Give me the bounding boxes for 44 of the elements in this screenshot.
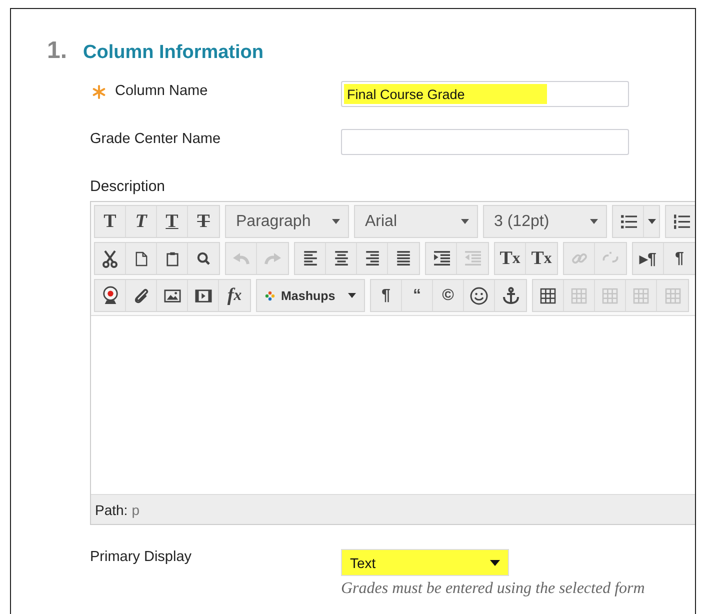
field-label: Description xyxy=(90,178,166,195)
anchor-icon xyxy=(502,286,520,304)
paperclip-icon xyxy=(132,287,150,304)
image-icon xyxy=(164,288,180,302)
caret-icon xyxy=(490,560,500,566)
document-icon xyxy=(134,250,148,266)
caret-icon xyxy=(348,293,356,298)
redo-icon xyxy=(264,252,282,266)
clipboard-icon xyxy=(166,250,178,266)
numbered-list-icon xyxy=(673,214,690,229)
webcam-icon xyxy=(102,286,118,305)
hint-text: Grades must be entered using the selected form xyxy=(341,580,645,598)
path-value: p xyxy=(132,502,140,518)
caret-icon xyxy=(590,219,598,224)
scissors-icon xyxy=(102,250,118,268)
step-number: 1. xyxy=(47,37,68,65)
smiley-icon xyxy=(470,286,488,304)
field-label: Primary Display xyxy=(90,549,192,565)
field-label: Grade Center Name xyxy=(90,131,221,147)
caret-icon xyxy=(648,219,656,224)
table-icon xyxy=(571,288,587,304)
caret-icon xyxy=(461,219,469,224)
bullet-list-icon xyxy=(620,214,636,229)
indent-icon xyxy=(432,251,450,266)
align-center-icon xyxy=(332,251,350,266)
text-input-field[interactable]: Final Course Grade xyxy=(341,81,629,107)
justify-icon xyxy=(395,251,412,266)
path-label: Path: xyxy=(95,502,128,518)
table-icon xyxy=(602,288,618,304)
undo-icon xyxy=(232,252,250,266)
caret-icon xyxy=(332,219,340,224)
mashups-icon xyxy=(265,290,275,300)
field-label: Column Name xyxy=(115,83,208,99)
section-title: Column Information xyxy=(83,42,264,64)
film-icon xyxy=(194,288,212,302)
search-icon xyxy=(197,252,210,265)
table-icon xyxy=(664,288,680,304)
primary-display-select[interactable]: Text xyxy=(341,549,509,576)
text-input-field[interactable] xyxy=(341,129,629,155)
outdent-icon xyxy=(464,251,481,266)
align-right-icon xyxy=(364,251,380,266)
table-icon xyxy=(633,288,649,304)
table-icon xyxy=(540,288,556,304)
align-left-icon xyxy=(302,251,318,266)
